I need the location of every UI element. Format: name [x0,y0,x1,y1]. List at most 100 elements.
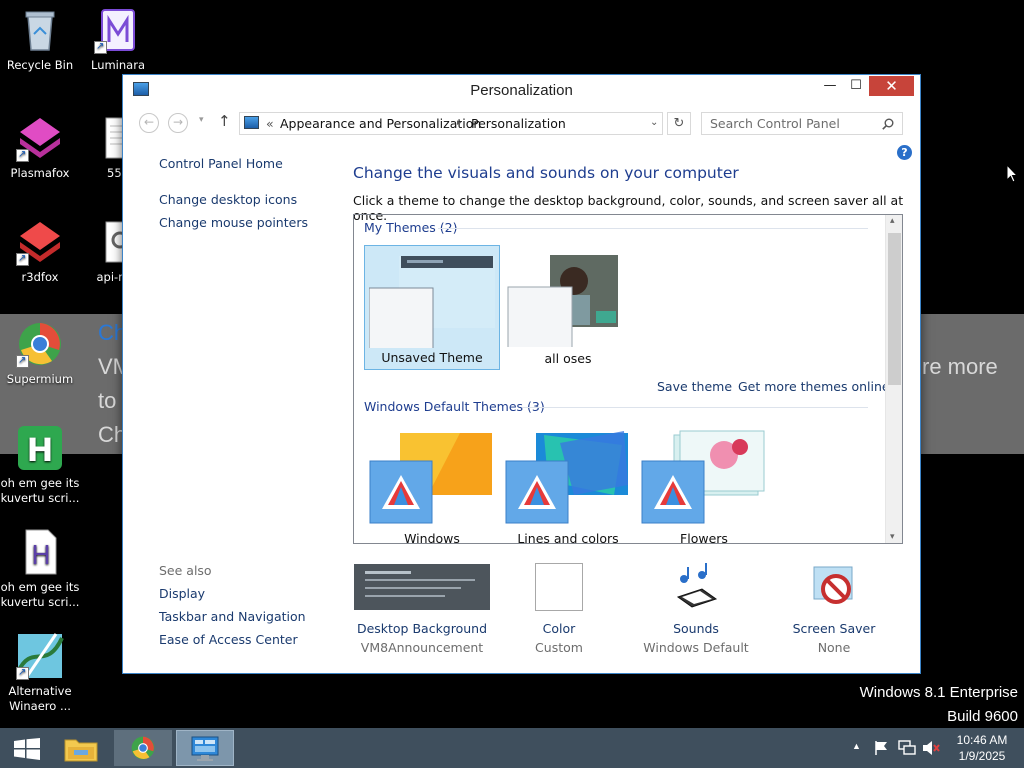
window-title: Personalization [470,82,573,99]
theme-preview [507,255,618,347]
screen-saver-value: None [817,640,851,655]
desktop-icon-label: Supermium [6,372,74,386]
theme-unsaved[interactable]: Unsaved Theme [364,245,500,370]
theme-windows[interactable]: Windows [364,425,500,544]
file-explorer-taskbar-button[interactable] [54,730,110,766]
desktop-icon-luminara[interactable]: Luminara [78,6,158,73]
os-watermark-build: Build 9600 [947,708,1018,725]
desktop-icon-supermium[interactable]: Supermium [0,320,80,387]
default-themes-heading: Windows Default Themes (3) [364,399,545,414]
navigation-bar: ← → ▾ ↑ « Appearance and Personalization… [123,109,920,137]
shortcut-arrow-icon [16,147,29,162]
desktop-icon-hta-file[interactable]: H oh em gee its kuvertu scri... [0,528,80,610]
show-hidden-icons-button[interactable]: ▲ [852,741,861,751]
desktop-background-setting[interactable]: Desktop Background VM8Announcement [352,563,492,655]
save-theme-link[interactable]: Save theme [657,379,732,394]
supermium-taskbar-button[interactable] [114,730,172,766]
recycle-bin-icon [16,6,64,54]
desktop-background-icon [354,564,490,610]
screen-saver-setting[interactable]: Screen Saver None [764,563,904,655]
breadcrumb-personalization[interactable]: Personalization [471,113,566,134]
back-button[interactable]: ← [139,113,159,133]
see-also-ease-of-access[interactable]: Ease of Access Center [159,632,298,647]
get-more-themes-link[interactable]: Get more themes online [738,379,890,394]
screen-saver-label[interactable]: Screen Saver [764,621,904,636]
control-panel-taskbar-button[interactable] [176,730,234,766]
action-center-flag-icon[interactable] [874,740,890,756]
help-icon[interactable]: ? [897,145,912,160]
desktop-background-value: VM8Announcement [360,640,484,655]
desktop-icon-label: Recycle Bin [6,58,74,72]
file-explorer-icon [64,739,98,762]
themes-list: My Themes (2) Unsaved Theme all oses Sav… [353,214,903,544]
themes-scrollbar[interactable]: ▴ ▾ [885,215,902,543]
theme-label: Windows [404,531,460,544]
minimize-button[interactable]: — [816,76,844,96]
r3dfox-icon [16,218,64,266]
screen-saver-icon [813,566,853,604]
close-button[interactable]: ✕ [869,76,914,96]
scroll-up-icon[interactable]: ▴ [890,216,895,226]
banner-line-3: to [98,388,117,413]
theme-label: all oses [544,351,592,366]
forward-button[interactable]: → [168,113,188,133]
address-bar[interactable]: « Appearance and Personalization ▸ Perso… [239,112,663,135]
group-divider [438,228,868,229]
start-button[interactable] [0,730,56,766]
color-label[interactable]: Color [489,621,629,636]
theme-preview [369,433,492,524]
luminara-icon [94,6,142,54]
supermium-icon [16,320,64,368]
svg-text:H: H [31,541,51,571]
volume-muted-icon[interactable] [922,740,940,756]
scrollbar-thumb[interactable] [888,233,901,385]
shortcut-arrow-icon [16,251,29,266]
desktop-icon-winaero[interactable]: Alternative Winaero ... [0,632,80,714]
sounds-value: Windows Default [643,640,749,655]
desktop-icon-plasmafox[interactable]: Plasmafox [0,114,80,181]
desktop-background-label[interactable]: Desktop Background [352,621,492,636]
hta-app-icon: H [16,424,64,472]
maximize-button[interactable]: ☐ [842,76,870,96]
address-overflow-chevron[interactable]: « [266,113,274,134]
control-panel-taskbar-icon [191,736,219,761]
see-also-taskbar-navigation[interactable]: Taskbar and Navigation [159,609,306,624]
color-setting[interactable]: Color Custom [489,563,629,655]
desktop-icon-label: r3dfox [21,270,59,284]
theme-flowers[interactable]: Flowers [636,425,772,544]
window-titlebar[interactable]: Personalization — ☐ ✕ [123,75,920,105]
theme-all-oses[interactable]: all oses [500,245,636,370]
sidebar-change-desktop-icons[interactable]: Change desktop icons [159,192,297,207]
sidebar-change-mouse-pointers[interactable]: Change mouse pointers [159,215,308,230]
desktop-icon-label: Alternative Winaero ... [8,684,72,713]
banner-right-text: re more [922,354,998,379]
address-dropdown-icon[interactable]: ⌄ [650,112,658,133]
group-divider [522,407,868,408]
theme-preview [641,430,765,524]
recent-locations-chevron-icon[interactable]: ▾ [199,115,204,125]
theme-preview [369,256,495,348]
refresh-button[interactable]: ↻ [667,112,691,135]
desktop-icon-recycle-bin[interactable]: Recycle Bin [0,6,80,73]
desktop-icon-label: oh em gee its kuvertu scri... [0,476,80,505]
sounds-label[interactable]: Sounds [626,621,766,636]
breadcrumb-separator-icon: ▸ [457,118,462,128]
shortcut-arrow-icon [16,353,29,368]
see-also-display[interactable]: Display [159,586,205,601]
search-icon [882,118,894,130]
up-button[interactable]: ↑ [218,112,231,130]
theme-lines-and-colors[interactable]: Lines and colors [500,425,636,543]
theme-label: Flowers [680,531,728,544]
desktop-icon-hta-app[interactable]: H oh em gee its kuvertu scri... [0,424,80,506]
network-icon[interactable] [898,740,916,756]
breadcrumb-appearance[interactable]: Appearance and Personalization [280,113,481,134]
sounds-setting[interactable]: Sounds Windows Default [626,563,766,655]
search-input[interactable]: Search Control Panel [701,112,903,135]
clock-time[interactable]: 10:46 AM [952,733,1012,747]
taskbar: ▲ 10:46 AM 1/9/2025 [0,728,1024,768]
sounds-icon [676,563,718,608]
desktop-icon-r3dfox[interactable]: r3dfox [0,218,80,285]
sidebar-control-panel-home[interactable]: Control Panel Home [159,156,283,171]
scroll-down-icon[interactable]: ▾ [890,532,895,542]
clock-date[interactable]: 1/9/2025 [952,749,1012,763]
